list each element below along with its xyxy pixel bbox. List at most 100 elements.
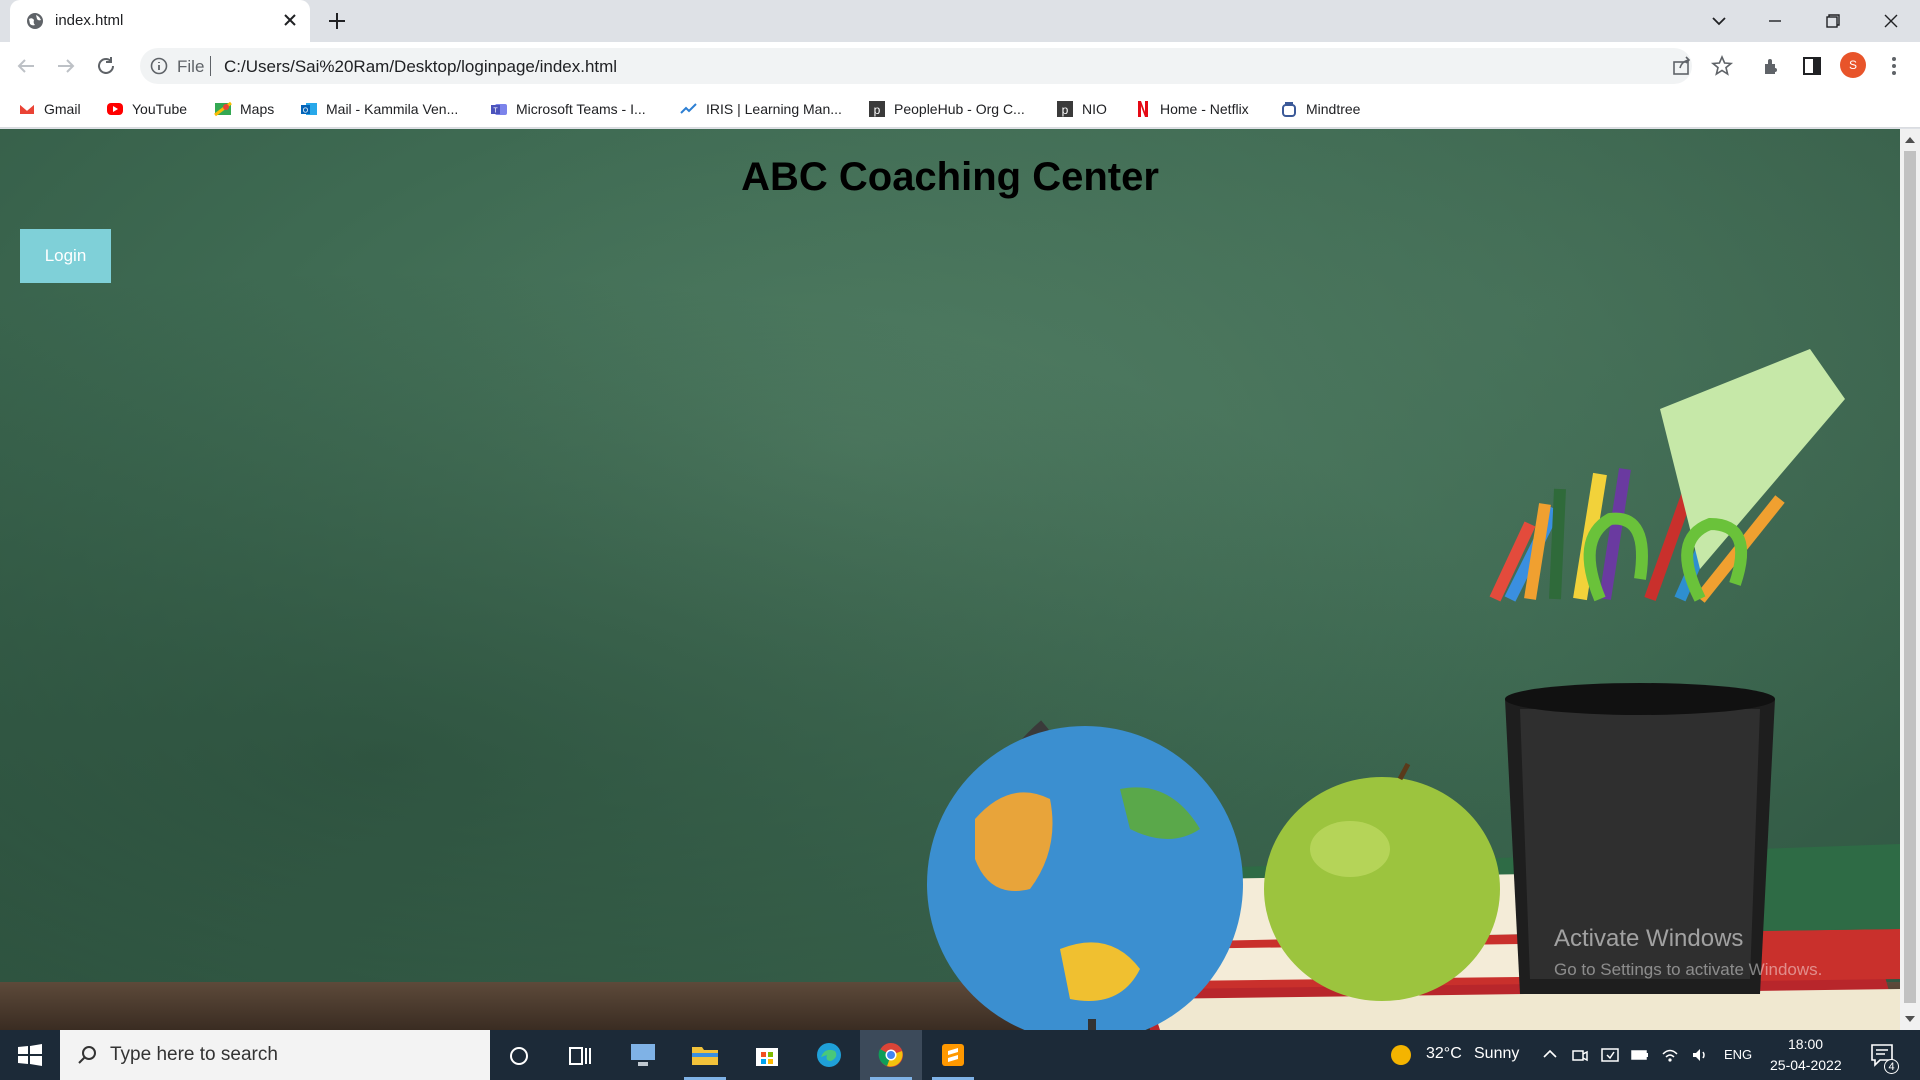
volume-icon[interactable] xyxy=(1690,1045,1710,1065)
edge-icon xyxy=(817,1043,841,1067)
tab-strip: index.html xyxy=(0,0,1920,42)
task-view-icon[interactable] xyxy=(568,1045,592,1067)
info-icon[interactable] xyxy=(149,56,169,76)
clock-date[interactable]: 25-04-2022 xyxy=(1770,1057,1842,1073)
battery-icon[interactable] xyxy=(1630,1045,1650,1065)
wifi-icon[interactable] xyxy=(1660,1045,1680,1065)
url-text[interactable]: C:/Users/Sai%20Ram/Desktop/loginpage/ind… xyxy=(224,57,617,77)
activate-windows-title: Activate Windows xyxy=(1554,925,1744,952)
defender-icon[interactable] xyxy=(1600,1045,1620,1065)
taskbar-app-store[interactable] xyxy=(736,1030,798,1080)
classroom-illustration xyxy=(927,349,1900,1030)
url-scheme: File xyxy=(177,57,205,76)
bookmark-label: YouTube xyxy=(132,101,188,117)
apple-image xyxy=(1264,762,1500,1001)
cortana-icon[interactable] xyxy=(508,1045,530,1067)
taskbar-app-sublime[interactable] xyxy=(922,1030,984,1080)
profile-avatar[interactable]: S xyxy=(1840,52,1866,78)
taskbar-app-chrome[interactable] xyxy=(860,1030,922,1080)
bookmark-mindtree[interactable]: Mindtree xyxy=(1280,98,1360,120)
vertical-scrollbar[interactable] xyxy=(1900,129,1920,1030)
activate-windows-subtitle: Go to Settings to activate Windows. xyxy=(1554,960,1823,979)
search-placeholder: Type here to search xyxy=(110,1044,278,1065)
bookmarks-bar: Gmail YouTube Maps O Mail - Kammila Ven.… xyxy=(0,90,1920,128)
computer-icon xyxy=(631,1044,655,1066)
svg-text:p: p xyxy=(1062,103,1069,117)
weather-temp[interactable]: 32°C xyxy=(1426,1045,1462,1063)
chrome-icon xyxy=(878,1043,903,1067)
extensions-icon[interactable] xyxy=(1760,54,1784,78)
browser-toolbar: File C:/Users/Sai%20Ram/Desktop/loginpag… xyxy=(0,42,1920,90)
side-panel-icon[interactable] xyxy=(1800,54,1824,78)
bookmark-teams[interactable]: T Microsoft Teams - I... xyxy=(490,98,646,120)
login-button[interactable]: Login xyxy=(20,229,111,283)
url-separator xyxy=(210,56,211,76)
browser-tab[interactable]: index.html xyxy=(10,0,310,42)
bookmark-mail[interactable]: O Mail - Kammila Ven... xyxy=(300,98,458,120)
bookmark-iris[interactable]: IRIS | Learning Man... xyxy=(680,98,842,120)
scroll-up-icon[interactable] xyxy=(1905,135,1915,143)
bookmark-label: IRIS | Learning Man... xyxy=(706,101,842,117)
bookmark-youtube[interactable]: YouTube xyxy=(106,98,187,120)
gmail-icon xyxy=(19,103,35,114)
bookmark-netflix[interactable]: Home - Netflix xyxy=(1134,98,1249,120)
taskbar-search-box[interactable]: Type here to search xyxy=(60,1030,490,1080)
page-title: ABC Coaching Center xyxy=(741,155,1159,199)
bookmark-label: PeopleHub - Org C... xyxy=(894,101,1025,117)
tab-search-icon[interactable] xyxy=(1706,8,1732,34)
restore-icon[interactable] xyxy=(1820,8,1846,34)
page-viewport: ABC Coaching Center Login Activate Windo… xyxy=(0,129,1900,1030)
close-tab-icon[interactable] xyxy=(280,10,300,30)
close-window-icon[interactable] xyxy=(1878,8,1904,34)
bookmark-gmail[interactable]: Gmail xyxy=(18,98,81,120)
mindtree-icon xyxy=(1282,102,1296,117)
taskbar-app-edge[interactable] xyxy=(798,1030,860,1080)
more-menu-icon[interactable] xyxy=(1882,54,1906,78)
iris-icon xyxy=(680,103,697,114)
notification-count-badge: 4 xyxy=(1884,1059,1899,1074)
bookmark-star-icon[interactable] xyxy=(1710,54,1734,78)
bookmark-nio[interactable]: p NIO xyxy=(1056,98,1107,120)
youtube-icon xyxy=(107,103,123,115)
peoplehub-icon: p xyxy=(869,101,885,117)
globe-icon xyxy=(27,13,43,29)
taskbar-app-file-explorer[interactable] xyxy=(674,1030,736,1080)
bookmark-label: Mail - Kammila Ven... xyxy=(326,101,459,117)
folder-icon xyxy=(692,1047,718,1065)
netflix-icon xyxy=(1138,101,1148,117)
sublime-text-icon xyxy=(942,1044,964,1066)
svg-text:O: O xyxy=(303,108,309,115)
forward-icon[interactable] xyxy=(54,54,78,78)
maps-icon xyxy=(214,101,232,117)
weather-sun-icon[interactable] xyxy=(1390,1044,1412,1066)
outlook-icon: O xyxy=(301,103,317,115)
new-tab-icon[interactable] xyxy=(326,10,348,32)
bookmark-maps[interactable]: Maps xyxy=(214,98,274,120)
address-bar[interactable]: File C:/Users/Sai%20Ram/Desktop/loginpag… xyxy=(140,48,1734,84)
bookmark-peoplehub[interactable]: p PeopleHub - Org C... xyxy=(868,98,1025,120)
chevron-up-icon[interactable] xyxy=(1542,1047,1558,1061)
bookmark-label: Microsoft Teams - I... xyxy=(516,101,646,117)
svg-text:p: p xyxy=(874,103,881,117)
windows-start-icon[interactable] xyxy=(18,1044,42,1066)
share-icon[interactable] xyxy=(1670,54,1694,78)
back-icon[interactable] xyxy=(14,54,38,78)
language-indicator[interactable]: ENG xyxy=(1724,1047,1752,1062)
minimize-icon[interactable] xyxy=(1762,8,1788,34)
meet-now-icon[interactable] xyxy=(1570,1045,1590,1065)
reload-icon[interactable] xyxy=(94,54,118,78)
bookmark-label: NIO xyxy=(1082,101,1107,117)
scroll-down-icon[interactable] xyxy=(1905,1016,1915,1024)
clock-time[interactable]: 18:00 xyxy=(1788,1036,1823,1052)
tab-title: index.html xyxy=(55,12,124,29)
search-icon xyxy=(78,1046,96,1064)
bookmark-label: Gmail xyxy=(44,101,81,117)
bookmark-label: Mindtree xyxy=(1306,101,1361,117)
taskbar-app-computer[interactable] xyxy=(612,1030,674,1080)
bookmark-label: Home - Netflix xyxy=(1160,101,1249,117)
weather-condition[interactable]: Sunny xyxy=(1474,1045,1519,1063)
bookmark-label: Maps xyxy=(240,101,275,117)
windows-taskbar: Type here to search 32°C Sunny ENG 18:00… xyxy=(0,1030,1920,1080)
scroll-thumb[interactable] xyxy=(1904,151,1916,1003)
svg-text:T: T xyxy=(493,108,498,115)
